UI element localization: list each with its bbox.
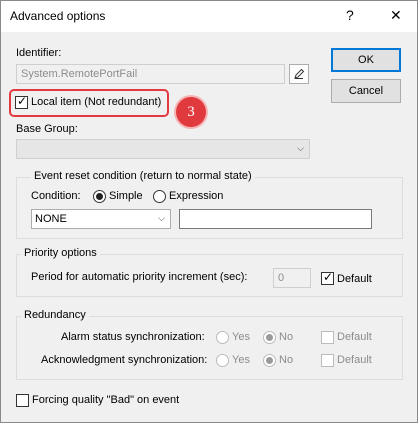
annotation-number-badge: 3	[176, 97, 206, 127]
ack-sync-default-label: Default	[337, 354, 372, 366]
alarm-sync-default-checkbox[interactable]	[321, 331, 334, 344]
annotation-highlight-box	[9, 89, 169, 117]
priority-default-label[interactable]: Default	[337, 273, 372, 285]
condition-dropdown[interactable]: NONE ⌵	[31, 209, 171, 229]
close-button[interactable]: ✕	[390, 7, 402, 24]
priority-period-value: 0	[278, 272, 285, 284]
identifier-input: System.RemotePortFail	[16, 64, 285, 84]
radio-dot	[266, 334, 273, 341]
alarm-sync-yes-label: Yes	[232, 331, 250, 343]
base-group-label: Base Group:	[16, 123, 78, 135]
priority-options-title: Priority options	[21, 247, 100, 259]
cancel-button[interactable]: Cancel	[331, 79, 401, 103]
forcing-quality-checkbox[interactable]	[16, 394, 29, 407]
alarm-sync-yes-radio[interactable]	[216, 331, 229, 344]
ack-sync-label: Acknowledgment synchronization:	[41, 354, 208, 366]
expression-label[interactable]: Expression	[169, 190, 223, 202]
base-group-select: ⌵	[16, 139, 310, 159]
identifier-label: Identifier:	[16, 47, 62, 59]
redundancy-group	[16, 316, 403, 380]
help-button[interactable]: ?	[346, 7, 354, 23]
event-reset-group	[16, 177, 403, 239]
advanced-options-dialog: Advanced options ? ✕ Identifier: System.…	[0, 0, 418, 423]
ack-sync-yes-label: Yes	[232, 354, 250, 366]
condition-label: Condition:	[31, 190, 81, 202]
simple-radio[interactable]	[93, 190, 106, 203]
identifier-value: System.RemotePortFail	[21, 68, 138, 80]
ack-sync-no-label: No	[279, 354, 294, 366]
radio-dot	[266, 357, 273, 364]
ok-button[interactable]: OK	[331, 48, 401, 72]
chevron-down-icon: ⌵	[297, 143, 304, 153]
radio-dot	[96, 193, 103, 200]
expression-radio[interactable]	[153, 190, 166, 203]
ack-sync-default-checkbox[interactable]	[321, 354, 334, 367]
pencil-icon	[294, 68, 305, 79]
condition-dropdown-value: NONE	[35, 213, 67, 225]
priority-default-checkbox[interactable]: ✓	[321, 270, 334, 285]
priority-period-label: Period for automatic priority increment …	[31, 271, 248, 283]
chevron-down-icon: ⌵	[158, 213, 165, 223]
title-bar: Advanced options ? ✕	[1, 1, 417, 32]
forcing-quality-label[interactable]: Forcing quality "Bad" on event	[32, 394, 179, 406]
redundancy-title: Redundancy	[21, 309, 89, 321]
alarm-sync-label: Alarm status synchronization:	[61, 331, 205, 343]
ack-sync-yes-radio[interactable]	[216, 354, 229, 367]
priority-period-input[interactable]: 0	[273, 268, 311, 288]
alarm-sync-no-radio[interactable]	[263, 331, 276, 344]
edit-identifier-button[interactable]	[289, 64, 309, 84]
event-reset-title: Event reset condition (return to normal …	[31, 170, 255, 182]
alarm-sync-default-label: Default	[337, 331, 372, 343]
simple-label[interactable]: Simple	[109, 190, 143, 202]
window-title: Advanced options	[10, 9, 106, 23]
alarm-sync-no-label: No	[279, 331, 294, 343]
condition-text-input[interactable]	[179, 209, 372, 229]
checkmark-icon: ✓	[323, 270, 334, 284]
ack-sync-no-radio[interactable]	[263, 354, 276, 367]
